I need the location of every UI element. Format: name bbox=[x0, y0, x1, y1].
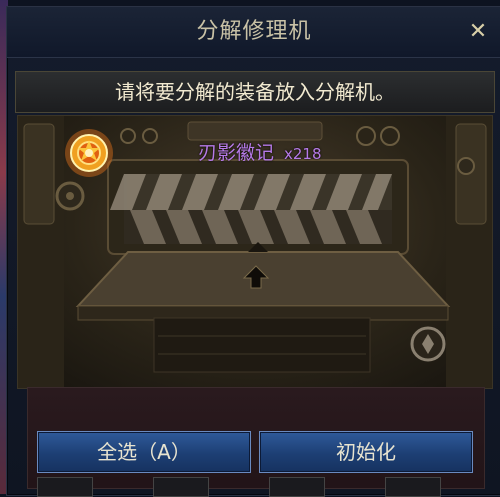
top-plate bbox=[187, 121, 323, 141]
right-panel bbox=[455, 123, 487, 225]
coin-icon bbox=[410, 326, 446, 362]
output-slot bbox=[153, 317, 371, 373]
item-count: x218 bbox=[284, 145, 322, 163]
slot[interactable] bbox=[269, 477, 325, 497]
slot[interactable] bbox=[385, 477, 441, 497]
slot[interactable] bbox=[37, 477, 93, 497]
instruction-bar: 请将要分解的装备放入分解机。 bbox=[15, 71, 495, 113]
select-all-button[interactable]: 全选（A） bbox=[37, 431, 251, 473]
title-bar[interactable]: 分解修理机 ✕ bbox=[7, 7, 500, 58]
disassembly-window: 分解修理机 ✕ 请将要分解的装备放入分解机。 刃影徽记 x218 全选（A） 初… bbox=[6, 6, 500, 497]
window-title: 分解修理机 bbox=[196, 19, 312, 44]
item-name-label: 刃影徽记 x218 bbox=[198, 140, 322, 166]
left-panel bbox=[23, 123, 55, 225]
bottom-slot-row bbox=[33, 477, 493, 497]
reset-button[interactable]: 初始化 bbox=[259, 431, 473, 473]
grinder-rollers bbox=[110, 174, 392, 244]
slot[interactable] bbox=[153, 477, 209, 497]
instruction-text: 请将要分解的装备放入分解机。 bbox=[115, 80, 395, 104]
item-name: 刃影徽记 bbox=[198, 142, 275, 164]
right-bolt bbox=[457, 157, 475, 175]
gear-emblem-icon[interactable] bbox=[62, 126, 116, 180]
disassembly-machine[interactable]: 刃影徽记 x218 bbox=[17, 115, 493, 389]
input-tray bbox=[75, 251, 451, 307]
close-icon[interactable]: ✕ bbox=[465, 19, 491, 45]
